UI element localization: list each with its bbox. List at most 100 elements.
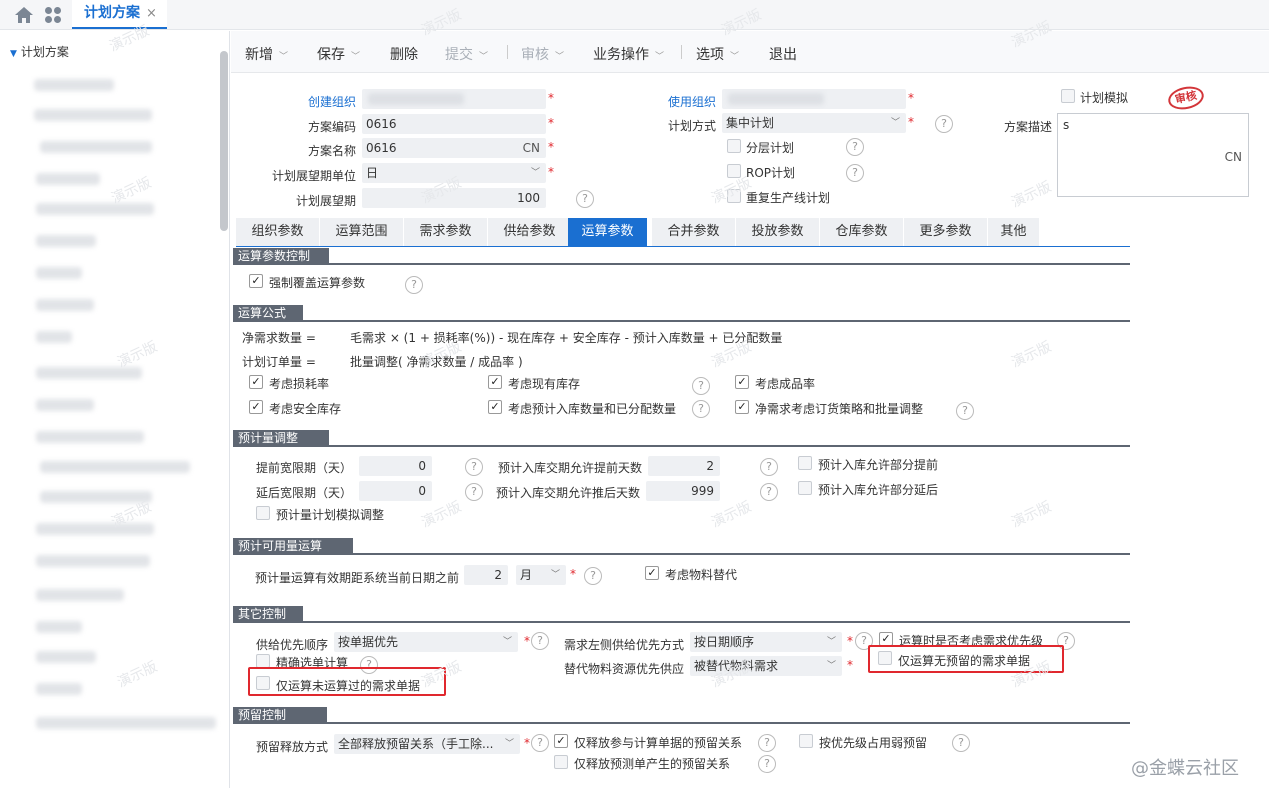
chevron-down-icon[interactable]: ﹀ [351,52,360,62]
help-icon[interactable]: ? [935,115,953,133]
chevron-down-icon[interactable]: ﹀ [551,565,560,585]
blurred-tree-item[interactable] [34,79,114,91]
plan-name-input[interactable]: 0616 CN [362,138,546,158]
tab-supply-params[interactable]: 供给参数 [488,218,572,246]
blurred-tree-item[interactable] [36,683,82,695]
language-suffix[interactable]: CN [1225,150,1242,164]
demand-left-select[interactable]: 按日期顺序 ﹀ [690,632,842,652]
order-policy-checkbox[interactable]: ✓ [735,400,749,414]
help-icon[interactable]: ? [952,734,970,752]
exit-button[interactable]: 退出 [769,44,797,64]
by-priority-checkbox[interactable] [799,734,813,748]
plan-method-select[interactable]: 集中计划 ﹀ [722,113,906,133]
blurred-tree-item[interactable] [40,141,152,153]
caret-down-icon[interactable]: ▼ [10,49,17,59]
chevron-down-icon[interactable]: ﹀ [555,52,564,62]
loss-rate-checkbox[interactable]: ✓ [249,375,263,389]
chevron-down-icon[interactable]: ﹀ [655,52,664,62]
description-textarea[interactable]: s CN [1057,113,1249,197]
tab-calc-scope[interactable]: 运算范围 [320,218,404,246]
tab-demand-params[interactable]: 需求参数 [404,218,488,246]
help-icon[interactable]: ? [760,458,778,476]
yield-rate-checkbox[interactable]: ✓ [735,375,749,389]
plan-simulate-checkbox[interactable] [1061,89,1075,103]
chevron-down-icon[interactable]: ﹀ [827,632,836,652]
submit-button[interactable]: 提交 ﹀ [445,44,488,64]
expiry-unit-select[interactable]: 月 ﹀ [516,565,566,585]
help-icon[interactable]: ? [846,138,864,156]
help-icon[interactable]: ? [758,755,776,773]
chevron-down-icon[interactable]: ﹀ [505,734,514,754]
help-icon[interactable]: ? [846,164,864,182]
blurred-tree-item[interactable] [36,431,144,443]
blurred-tree-item[interactable] [36,235,96,247]
tab-other[interactable]: 其他 [988,218,1040,246]
partial-early-checkbox[interactable] [798,456,812,470]
home-icon[interactable] [14,6,34,24]
help-icon[interactable]: ? [956,402,974,420]
late-grace-input[interactable]: 0 [359,481,432,501]
layered-plan-checkbox[interactable] [727,139,741,153]
partial-late-checkbox[interactable] [798,481,812,495]
tree-root-plan-scheme[interactable]: ▼ 计划方案 [10,43,69,60]
audit-button[interactable]: 审核 ﹀ [521,44,564,64]
exact-pick-checkbox[interactable] [256,654,270,668]
language-suffix[interactable]: CN [523,138,540,158]
help-icon[interactable]: ? [531,632,549,650]
create-org-label[interactable]: 创建组织 [270,93,356,110]
only-unreserved-checkbox[interactable] [878,651,892,665]
blurred-tree-item[interactable] [36,523,154,535]
help-icon[interactable]: ? [692,400,710,418]
blurred-tree-item[interactable] [36,331,72,343]
demand-priority-checkbox[interactable]: ✓ [879,632,893,646]
tab-org-params[interactable]: 组织参数 [236,218,320,246]
chevron-down-icon[interactable]: ﹀ [730,52,739,62]
create-org-field[interactable] [362,89,546,109]
allow-early-days-input[interactable]: 2 [648,456,720,476]
help-icon[interactable]: ? [584,567,602,585]
tab-calc-params[interactable]: 运算参数 [568,218,648,246]
help-icon[interactable]: ? [692,377,710,395]
chevron-down-icon[interactable]: ﹀ [891,113,900,133]
early-grace-input[interactable]: 0 [359,456,432,476]
blurred-tree-item[interactable] [36,589,124,601]
tab-warehouse-params[interactable]: 仓库参数 [820,218,904,246]
blurred-tree-item[interactable] [36,651,96,663]
blurred-tree-item[interactable] [40,461,190,473]
help-icon[interactable]: ? [465,483,483,501]
release-select[interactable]: 全部释放预留关系（手工除... ﹀ [334,734,520,754]
help-icon[interactable]: ? [465,458,483,476]
delete-button[interactable]: 删除 [390,44,418,64]
tab-merge-params[interactable]: 合并参数 [652,218,736,246]
help-icon[interactable]: ? [405,276,423,294]
blurred-tree-item[interactable] [34,109,152,121]
only-uncomputed-checkbox[interactable] [256,676,270,690]
allow-late-days-input[interactable]: 999 [646,481,720,501]
help-icon[interactable]: ? [760,483,778,501]
use-org-field[interactable] [722,89,906,109]
blurred-tree-item[interactable] [36,267,82,279]
blurred-tree-item[interactable] [36,203,154,215]
only-forecast-checkbox[interactable] [554,755,568,769]
plan-code-input[interactable]: 0616 [362,114,546,134]
business-ops-button[interactable]: 业务操作 ﹀ [593,44,664,64]
save-button[interactable]: 保存 ﹀ [317,44,360,64]
safety-stock-checkbox[interactable]: ✓ [249,400,263,414]
use-org-label[interactable]: 使用组织 [630,93,716,110]
incoming-allocated-checkbox[interactable]: ✓ [488,400,502,414]
chevron-down-icon[interactable]: ﹀ [479,52,488,62]
substitute-checkbox[interactable]: ✓ [645,566,659,580]
blurred-tree-item[interactable] [36,173,100,185]
vertical-scrollbar[interactable] [220,51,228,231]
close-icon[interactable]: × [146,6,157,21]
help-icon[interactable]: ? [531,734,549,752]
blurred-tree-item[interactable] [36,621,82,633]
blurred-tree-item[interactable] [36,555,150,567]
blurred-tree-item[interactable] [36,717,216,729]
new-button[interactable]: 新增 ﹀ [245,44,288,64]
expiry-input[interactable]: 2 [464,565,508,585]
help-icon[interactable]: ? [758,734,776,752]
chevron-down-icon[interactable]: ﹀ [503,632,512,652]
blurred-tree-item[interactable] [36,299,94,311]
options-button[interactable]: 选项 ﹀ [696,44,739,64]
